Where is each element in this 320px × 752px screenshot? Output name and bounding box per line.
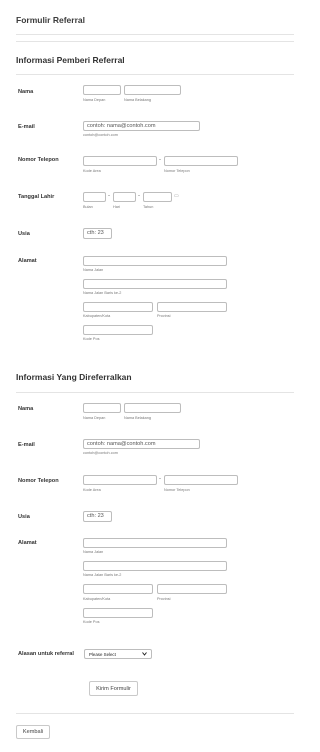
age-input[interactable]: cth: 23: [83, 511, 112, 522]
birth-day-input[interactable]: [113, 192, 136, 202]
divider: [16, 41, 294, 42]
divider: [16, 74, 294, 75]
phone-number-sublabel: Nomor Telepon: [164, 488, 190, 492]
street-sublabel: Nama Jalan: [83, 268, 104, 272]
field-label-email: E-mail: [18, 124, 35, 130]
divider: [16, 34, 294, 35]
phone-separator: -: [159, 157, 161, 163]
referral-reason-select[interactable]: Please Select: [84, 649, 152, 659]
birth-month-sublabel: Bulan: [83, 205, 93, 209]
province-sublabel: Provinsi: [157, 314, 171, 318]
city-input[interactable]: [83, 302, 153, 312]
first-name-input[interactable]: [83, 85, 121, 95]
street-sublabel: Nama Jalan: [83, 550, 104, 554]
first-name-input[interactable]: [83, 403, 121, 413]
street2-sublabel: Nama Jalan Baris ke-2: [83, 291, 122, 295]
area-code-input[interactable]: [83, 475, 157, 485]
field-label-email: E-mail: [18, 442, 35, 448]
postal-code-sublabel: Kode Pos: [83, 337, 100, 341]
field-label-age: Usia: [18, 514, 30, 520]
date-separator: -: [138, 193, 140, 199]
age-input[interactable]: cth: 23: [83, 228, 112, 239]
street2-sublabel: Nama Jalan Baris ke-2: [83, 573, 122, 577]
city-sublabel: Kabupaten/Kota: [83, 314, 111, 318]
date-separator: -: [108, 193, 110, 199]
chevron-down-icon: [142, 652, 147, 656]
last-name-sublabel: Nama Belakang: [124, 416, 152, 420]
field-label-birthdate: Tanggal Lahir: [18, 194, 55, 200]
field-label-phone: Nomor Telepon: [18, 157, 59, 163]
last-name-input[interactable]: [124, 85, 181, 95]
birth-year-input[interactable]: [143, 192, 172, 202]
street-input[interactable]: [83, 538, 227, 548]
street-input[interactable]: [83, 256, 227, 266]
section-heading-referrer: Informasi Pemberi Referral: [16, 55, 125, 65]
birth-year-sublabel: Tahun: [143, 205, 154, 209]
calendar-icon[interactable]: ▭: [174, 193, 179, 199]
divider: [16, 713, 294, 714]
postal-code-input[interactable]: [83, 608, 153, 618]
postal-code-input[interactable]: [83, 325, 153, 335]
submit-button[interactable]: Kirim Formulir: [89, 681, 138, 696]
field-label-age: Usia: [18, 231, 30, 237]
street2-input[interactable]: [83, 561, 227, 571]
phone-separator: -: [159, 476, 161, 482]
phone-number-input[interactable]: [164, 156, 238, 166]
field-label-name: Nama: [18, 89, 34, 95]
field-label-address: Alamat: [18, 540, 37, 546]
area-code-sublabel: Kode Area: [83, 488, 101, 492]
phone-number-sublabel: Nomor Telepon: [164, 169, 190, 173]
birth-day-sublabel: Hari: [113, 205, 120, 209]
email-sublabel: contoh@contoh.com: [83, 133, 118, 137]
last-name-input[interactable]: [124, 403, 181, 413]
referral-reason-selected: Please Select: [89, 651, 116, 657]
phone-number-input[interactable]: [164, 475, 238, 485]
first-name-sublabel: Nama Depan: [83, 98, 106, 102]
city-input[interactable]: [83, 584, 153, 594]
area-code-input[interactable]: [83, 156, 157, 166]
province-input[interactable]: [157, 302, 227, 312]
birth-month-input[interactable]: [83, 192, 106, 202]
postal-code-sublabel: Kode Pos: [83, 620, 100, 624]
province-sublabel: Provinsi: [157, 597, 171, 601]
back-button[interactable]: Kembali: [16, 725, 50, 739]
city-sublabel: Kabupaten/Kota: [83, 597, 111, 601]
first-name-sublabel: Nama Depan: [83, 416, 106, 420]
section-heading-referred: Informasi Yang Direferralkan: [16, 372, 132, 382]
field-label-name: Nama: [18, 406, 34, 412]
province-input[interactable]: [157, 584, 227, 594]
area-code-sublabel: Kode Area: [83, 169, 101, 173]
form-title: Formulir Referral: [16, 15, 85, 25]
field-label-referral-reason: Alasan untuk referral: [18, 651, 74, 657]
email-input[interactable]: contoh: nama@contoh.com: [83, 439, 200, 449]
field-label-address: Alamat: [18, 258, 37, 264]
street2-input[interactable]: [83, 279, 227, 289]
last-name-sublabel: Nama Belakang: [124, 98, 152, 102]
field-label-phone: Nomor Telepon: [18, 478, 59, 484]
email-sublabel: contoh@contoh.com: [83, 451, 118, 455]
email-input[interactable]: contoh: nama@contoh.com: [83, 121, 200, 131]
divider: [16, 392, 294, 393]
